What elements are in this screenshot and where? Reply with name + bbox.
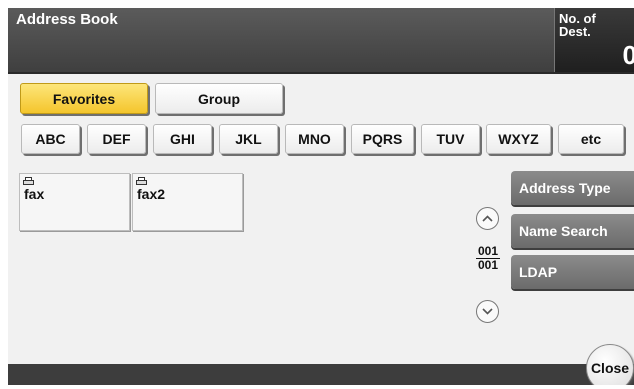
index-key-def[interactable]: DEF <box>87 124 146 154</box>
tab-group[interactable]: Group <box>155 83 283 114</box>
scroll-down-button[interactable] <box>476 300 499 323</box>
dest-counter-value: 0 <box>622 40 634 70</box>
scroll-up-button[interactable] <box>476 207 499 230</box>
index-key-label: WXYZ <box>498 131 539 147</box>
index-key-wxyz[interactable]: WXYZ <box>486 124 551 154</box>
index-key-ghi[interactable]: GHI <box>153 124 212 154</box>
index-key-abc[interactable]: ABC <box>21 124 80 154</box>
index-key-label: PQRS <box>362 131 403 147</box>
close-button[interactable]: Close <box>586 344 634 385</box>
index-key-label: DEF <box>102 131 131 147</box>
index-key-label: MNO <box>298 131 331 147</box>
address-type-button[interactable]: Address Type <box>511 171 634 205</box>
page-title: Address Book <box>16 11 118 28</box>
index-key-label: JKL <box>235 131 262 147</box>
fax-icon <box>136 177 147 185</box>
chevron-down-icon <box>482 308 493 315</box>
index-key-label: etc <box>580 131 602 147</box>
fax-icon <box>23 177 34 185</box>
index-key-pqrs[interactable]: PQRS <box>351 124 414 154</box>
index-key-mno[interactable]: MNO <box>285 124 344 154</box>
index-key-etc[interactable]: etc <box>558 124 624 154</box>
page-indicator: 001 001 <box>476 245 500 272</box>
close-label: Close <box>590 360 630 376</box>
dest-counter-label: No. of Dest. <box>559 11 596 39</box>
tab-group-label: Group <box>198 90 240 107</box>
name-search-button[interactable]: Name Search <box>511 214 634 248</box>
page-current: 001 <box>476 244 500 259</box>
index-key-label: GHI <box>170 131 195 147</box>
destination-card-fax2[interactable]: fax2 <box>132 173 243 231</box>
index-key-tuv[interactable]: TUV <box>421 124 480 154</box>
name-search-label: Name Search <box>519 223 608 239</box>
index-key-label: ABC <box>35 131 66 147</box>
ldap-button[interactable]: LDAP <box>511 255 634 289</box>
dest-counter: No. of Dest. 0 <box>554 8 634 72</box>
tab-favorites-label: Favorites <box>52 90 116 107</box>
destination-name: fax2 <box>137 186 166 202</box>
header-bar: Address Book No. of Dest. 0 <box>8 8 634 74</box>
page-total: 001 <box>477 258 499 272</box>
index-key-jkl[interactable]: JKL <box>219 124 278 154</box>
destination-name: fax <box>24 186 45 202</box>
destination-card-fax[interactable]: fax <box>19 173 130 231</box>
ldap-label: LDAP <box>519 264 558 280</box>
tab-favorites[interactable]: Favorites <box>20 83 148 114</box>
bottom-bar <box>8 364 634 385</box>
address-book-screen: Address Book No. of Dest. 0 Favorites Gr… <box>8 8 634 385</box>
index-key-label: TUV <box>436 131 465 147</box>
chevron-up-icon <box>482 215 493 222</box>
address-type-label: Address Type <box>519 180 611 196</box>
